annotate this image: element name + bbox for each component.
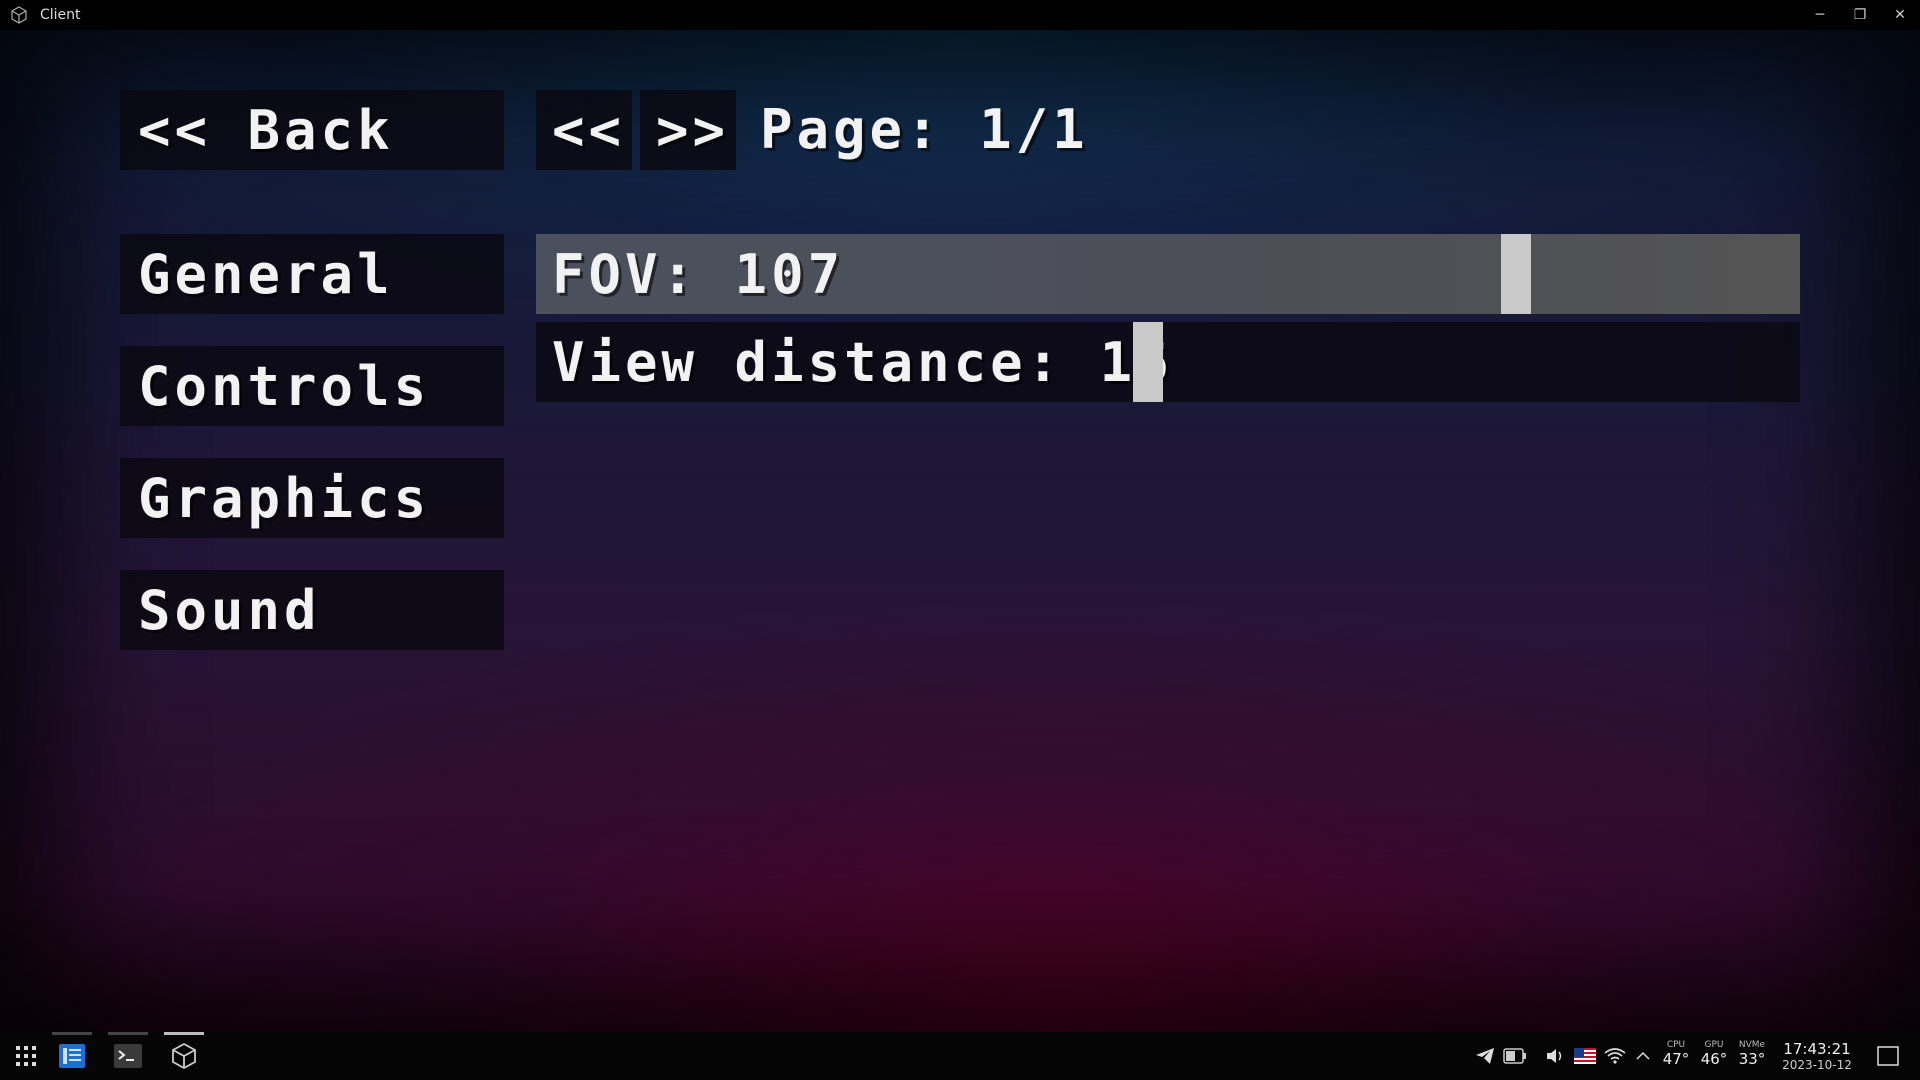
view-distance-slider[interactable]: View distance: 16: [536, 322, 1800, 402]
launcher-button[interactable]: [0, 1032, 52, 1080]
speaker-icon: [1547, 1049, 1562, 1063]
page-indicator: Page: 1/1: [760, 98, 1089, 161]
gpu-temp-value: 46°: [1700, 1050, 1728, 1068]
fov-slider[interactable]: FOV: 107: [536, 234, 1800, 314]
taskbar-indicator-active: [164, 1032, 204, 1035]
taskbar-file-manager[interactable]: [46, 1032, 98, 1080]
minimize-button[interactable]: ─: [1800, 0, 1840, 30]
category-controls-button[interactable]: Controls: [120, 346, 504, 426]
back-button[interactable]: << Back: [120, 90, 504, 170]
nvme-temp-value: 33°: [1738, 1050, 1766, 1068]
fov-slider-handle[interactable]: [1501, 234, 1531, 314]
window-title: Client: [40, 7, 81, 23]
restore-button[interactable]: ❐: [1840, 0, 1880, 30]
category-graphics-button[interactable]: Graphics: [120, 458, 504, 538]
cpu-temp-value: 47°: [1662, 1050, 1690, 1068]
chevron-up-icon: [1636, 1051, 1650, 1060]
fov-slider-label: FOV: 107: [552, 242, 845, 306]
notifications-button[interactable]: [1864, 1032, 1912, 1080]
tray-keyboard-layout[interactable]: [1570, 1032, 1600, 1080]
close-button[interactable]: ✕: [1880, 0, 1920, 30]
app-grid-icon: [16, 1046, 36, 1066]
taskbar-terminal[interactable]: [102, 1032, 154, 1080]
view-distance-slider-label: View distance: 16: [552, 330, 1173, 394]
notification-panel-icon: [1877, 1046, 1899, 1066]
game-client-icon: [172, 1042, 196, 1070]
view-distance-slider-handle[interactable]: [1133, 322, 1163, 402]
category-sound-button[interactable]: Sound: [120, 570, 504, 650]
window-titlebar: Client ─ ❐ ✕: [0, 0, 1920, 30]
prev-page-button[interactable]: <<: [536, 90, 632, 170]
settings-screen: << Back << >> Page: 1/1 General Controls…: [0, 30, 1920, 1032]
tray-overflow-button[interactable]: [1630, 1032, 1656, 1080]
category-general-button[interactable]: General: [120, 234, 504, 314]
tray-volume[interactable]: [1540, 1032, 1570, 1080]
tray-wifi[interactable]: [1600, 1032, 1630, 1080]
battery-icon: [1503, 1048, 1526, 1064]
wifi-icon: [1604, 1048, 1626, 1064]
nvme-temp: NVMe 33°: [1734, 1040, 1770, 1068]
tray-telegram[interactable]: [1470, 1032, 1500, 1080]
clock[interactable]: 17:43:21 2023-10-12: [1776, 1041, 1858, 1073]
taskbar-indicator: [52, 1032, 92, 1035]
taskbar-indicator: [108, 1032, 148, 1035]
tray-battery[interactable]: [1500, 1032, 1530, 1080]
clock-time: 17:43:21: [1783, 1040, 1851, 1058]
nvme-temp-label: NVMe: [1738, 1040, 1766, 1050]
paper-plane-icon: [1476, 1048, 1494, 1064]
next-page-button[interactable]: >>: [640, 90, 736, 170]
terminal-icon: [114, 1044, 142, 1068]
clock-date: 2023-10-12: [1782, 1058, 1852, 1072]
us-flag-icon: [1574, 1048, 1596, 1064]
gpu-temp-label: GPU: [1704, 1040, 1724, 1050]
taskbar: CPU 47° GPU 46° NVMe 33° 17:43:21 2023-1…: [0, 1032, 1920, 1080]
cube-icon: [11, 6, 27, 24]
file-manager-icon: [59, 1044, 85, 1068]
taskbar-game-client[interactable]: [158, 1032, 210, 1080]
cpu-temp-label: CPU: [1666, 1040, 1686, 1050]
gpu-temp: GPU 46°: [1696, 1040, 1732, 1068]
cpu-temp: CPU 47°: [1658, 1040, 1694, 1068]
